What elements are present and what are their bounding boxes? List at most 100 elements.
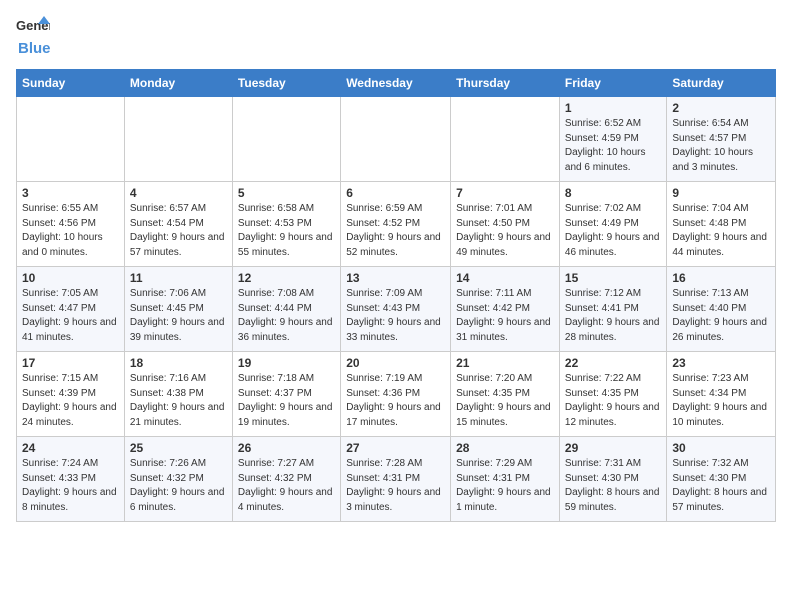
header: General Blue bbox=[16, 16, 776, 57]
day-number: 5 bbox=[238, 186, 335, 200]
calendar-cell: 30 Sunrise: 7:32 AM Sunset: 4:30 PM Dayli… bbox=[667, 437, 776, 522]
calendar-cell: 2 Sunrise: 6:54 AM Sunset: 4:57 PM Daylig… bbox=[667, 97, 776, 182]
day-number: 20 bbox=[346, 356, 445, 370]
calendar-cell: 15 Sunrise: 7:12 AM Sunset: 4:41 PM Dayli… bbox=[559, 267, 666, 352]
day-number: 26 bbox=[238, 441, 335, 455]
day-info: Sunrise: 7:06 AM Sunset: 4:45 PM Dayligh… bbox=[130, 288, 225, 343]
calendar-cell: 23 Sunrise: 7:23 AM Sunset: 4:34 PM Dayli… bbox=[667, 352, 776, 437]
calendar-cell: 14 Sunrise: 7:11 AM Sunset: 4:42 PM Dayli… bbox=[451, 267, 560, 352]
day-info: Sunrise: 7:08 AM Sunset: 4:44 PM Dayligh… bbox=[238, 288, 333, 343]
calendar-cell: 10 Sunrise: 7:05 AM Sunset: 4:47 PM Dayli… bbox=[17, 267, 125, 352]
calendar-cell: 19Sunrise: 7:18 AM Sunset: 4:37 PM Dayli… bbox=[232, 352, 340, 437]
calendar-cell: 4Sunrise: 6:57 AM Sunset: 4:54 PM Daylig… bbox=[124, 182, 232, 267]
day-number: 22 bbox=[565, 356, 661, 370]
col-thursday: Thursday bbox=[451, 70, 560, 97]
day-number: 28 bbox=[456, 441, 554, 455]
day-info: Sunrise: 7:29 AM Sunset: 4:31 PM Dayligh… bbox=[456, 458, 551, 513]
day-info: Sunrise: 6:55 AM Sunset: 4:56 PM Dayligh… bbox=[22, 203, 103, 258]
day-info: Sunrise: 6:59 AM Sunset: 4:52 PM Dayligh… bbox=[346, 203, 441, 258]
day-info: Sunrise: 7:32 AM Sunset: 4:30 PM Dayligh… bbox=[672, 458, 767, 513]
day-number: 16 bbox=[672, 271, 770, 285]
day-number: 13 bbox=[346, 271, 445, 285]
day-info: Sunrise: 7:23 AM Sunset: 4:34 PM Dayligh… bbox=[672, 373, 767, 428]
day-number: 27 bbox=[346, 441, 445, 455]
calendar-week-2: 10 Sunrise: 7:05 AM Sunset: 4:47 PM Dayli… bbox=[17, 267, 776, 352]
day-number: 19 bbox=[238, 356, 335, 370]
calendar-cell: 25 Sunrise: 7:26 AM Sunset: 4:32 PM Dayli… bbox=[124, 437, 232, 522]
day-number: 14 bbox=[456, 271, 554, 285]
calendar-cell: 8Sunrise: 7:02 AM Sunset: 4:49 PM Daylig… bbox=[559, 182, 666, 267]
calendar-cell: 11 Sunrise: 7:06 AM Sunset: 4:45 PM Dayli… bbox=[124, 267, 232, 352]
calendar-week-0: 1 Sunrise: 6:52 AM Sunset: 4:59 PM Daylig… bbox=[17, 97, 776, 182]
day-number: 3 bbox=[22, 186, 119, 200]
calendar-cell: 27 Sunrise: 7:28 AM Sunset: 4:31 PM Dayli… bbox=[341, 437, 451, 522]
calendar-cell: 3 Sunrise: 6:55 AM Sunset: 4:56 PM Daylig… bbox=[17, 182, 125, 267]
logo-blue-text: Blue bbox=[18, 40, 51, 57]
day-number: 23 bbox=[672, 356, 770, 370]
day-number: 12 bbox=[238, 271, 335, 285]
calendar-cell: 28 Sunrise: 7:29 AM Sunset: 4:31 PM Dayli… bbox=[451, 437, 560, 522]
day-info: Sunrise: 7:13 AM Sunset: 4:40 PM Dayligh… bbox=[672, 288, 767, 343]
col-friday: Friday bbox=[559, 70, 666, 97]
day-number: 29 bbox=[565, 441, 661, 455]
logo: General Blue bbox=[16, 16, 51, 57]
day-info: Sunrise: 7:04 AM Sunset: 4:48 PM Dayligh… bbox=[672, 203, 767, 258]
calendar-cell: 9 Sunrise: 7:04 AM Sunset: 4:48 PM Daylig… bbox=[667, 182, 776, 267]
col-wednesday: Wednesday bbox=[341, 70, 451, 97]
day-info: Sunrise: 7:16 AM Sunset: 4:38 PM Dayligh… bbox=[130, 373, 225, 428]
day-info: Sunrise: 7:20 AM Sunset: 4:35 PM Dayligh… bbox=[456, 373, 551, 428]
col-monday: Monday bbox=[124, 70, 232, 97]
col-tuesday: Tuesday bbox=[232, 70, 340, 97]
day-number: 18 bbox=[130, 356, 227, 370]
day-info: Sunrise: 6:58 AM Sunset: 4:53 PM Dayligh… bbox=[238, 203, 333, 258]
day-number: 24 bbox=[22, 441, 119, 455]
day-info: Sunrise: 6:54 AM Sunset: 4:57 PM Dayligh… bbox=[672, 118, 753, 173]
day-number: 7 bbox=[456, 186, 554, 200]
calendar-cell bbox=[341, 97, 451, 182]
calendar-cell: 1 Sunrise: 6:52 AM Sunset: 4:59 PM Daylig… bbox=[559, 97, 666, 182]
day-info: Sunrise: 7:15 AM Sunset: 4:39 PM Dayligh… bbox=[22, 373, 117, 428]
day-number: 1 bbox=[565, 101, 661, 115]
day-info: Sunrise: 7:11 AM Sunset: 4:42 PM Dayligh… bbox=[456, 288, 551, 343]
day-number: 15 bbox=[565, 271, 661, 285]
day-info: Sunrise: 7:19 AM Sunset: 4:36 PM Dayligh… bbox=[346, 373, 441, 428]
calendar-cell: 6 Sunrise: 6:59 AM Sunset: 4:52 PM Daylig… bbox=[341, 182, 451, 267]
calendar-body: 1 Sunrise: 6:52 AM Sunset: 4:59 PM Daylig… bbox=[17, 97, 776, 522]
day-number: 10 bbox=[22, 271, 119, 285]
day-info: Sunrise: 7:05 AM Sunset: 4:47 PM Dayligh… bbox=[22, 288, 117, 343]
calendar-cell bbox=[232, 97, 340, 182]
day-info: Sunrise: 7:26 AM Sunset: 4:32 PM Dayligh… bbox=[130, 458, 225, 513]
day-info: Sunrise: 7:01 AM Sunset: 4:50 PM Dayligh… bbox=[456, 203, 551, 258]
day-number: 30 bbox=[672, 441, 770, 455]
day-info: Sunrise: 7:22 AM Sunset: 4:35 PM Dayligh… bbox=[565, 373, 660, 428]
header-row: Sunday Monday Tuesday Wednesday Thursday… bbox=[17, 70, 776, 97]
day-number: 2 bbox=[672, 101, 770, 115]
day-info: Sunrise: 7:24 AM Sunset: 4:33 PM Dayligh… bbox=[22, 458, 117, 513]
calendar-cell: 5 Sunrise: 6:58 AM Sunset: 4:53 PM Daylig… bbox=[232, 182, 340, 267]
calendar-cell: 16 Sunrise: 7:13 AM Sunset: 4:40 PM Dayli… bbox=[667, 267, 776, 352]
page-container: General Blue Sunday Monday Tuesday Wedne… bbox=[0, 0, 792, 532]
calendar-cell: 18 Sunrise: 7:16 AM Sunset: 4:38 PM Dayli… bbox=[124, 352, 232, 437]
calendar-cell: 12 Sunrise: 7:08 AM Sunset: 4:44 PM Dayli… bbox=[232, 267, 340, 352]
day-info: Sunrise: 7:09 AM Sunset: 4:43 PM Dayligh… bbox=[346, 288, 441, 343]
day-number: 6 bbox=[346, 186, 445, 200]
calendar-cell: 7 Sunrise: 7:01 AM Sunset: 4:50 PM Daylig… bbox=[451, 182, 560, 267]
day-number: 17 bbox=[22, 356, 119, 370]
calendar-cell: 21 Sunrise: 7:20 AM Sunset: 4:35 PM Dayli… bbox=[451, 352, 560, 437]
calendar-week-1: 3 Sunrise: 6:55 AM Sunset: 4:56 PM Daylig… bbox=[17, 182, 776, 267]
day-info: Sunrise: 7:28 AM Sunset: 4:31 PM Dayligh… bbox=[346, 458, 441, 513]
day-number: 9 bbox=[672, 186, 770, 200]
calendar-cell bbox=[17, 97, 125, 182]
day-number: 21 bbox=[456, 356, 554, 370]
calendar-cell: 17 Sunrise: 7:15 AM Sunset: 4:39 PM Dayli… bbox=[17, 352, 125, 437]
calendar-week-3: 17 Sunrise: 7:15 AM Sunset: 4:39 PM Dayli… bbox=[17, 352, 776, 437]
day-number: 11 bbox=[130, 271, 227, 285]
col-saturday: Saturday bbox=[667, 70, 776, 97]
calendar-cell: 24 Sunrise: 7:24 AM Sunset: 4:33 PM Dayli… bbox=[17, 437, 125, 522]
day-number: 8 bbox=[565, 186, 661, 200]
day-info: Sunrise: 7:12 AM Sunset: 4:41 PM Dayligh… bbox=[565, 288, 660, 343]
calendar-week-4: 24 Sunrise: 7:24 AM Sunset: 4:33 PM Dayli… bbox=[17, 437, 776, 522]
day-info: Sunrise: 6:52 AM Sunset: 4:59 PM Dayligh… bbox=[565, 118, 646, 173]
calendar-cell: 20 Sunrise: 7:19 AM Sunset: 4:36 PM Dayli… bbox=[341, 352, 451, 437]
day-number: 25 bbox=[130, 441, 227, 455]
